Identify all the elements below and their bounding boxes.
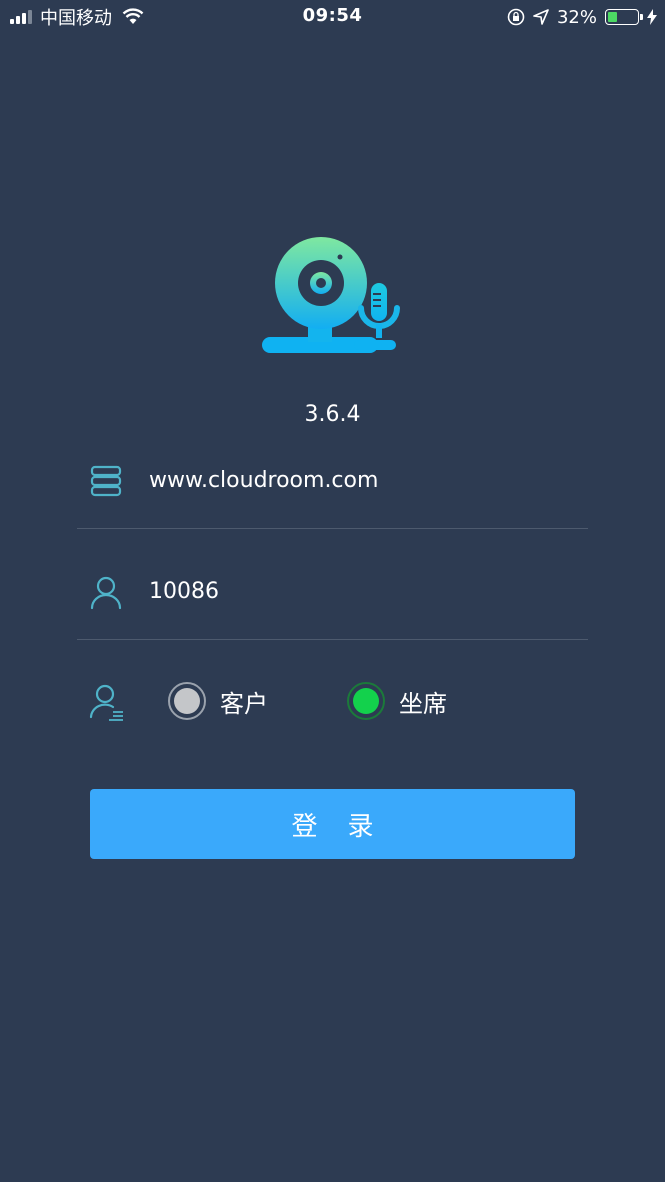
- server-icon: [90, 465, 122, 497]
- server-input[interactable]: [149, 460, 569, 500]
- server-divider: [77, 528, 588, 529]
- role-option-agent[interactable]: 坐席: [347, 682, 447, 720]
- account-divider: [77, 639, 588, 640]
- status-bar: 中国移动 09:54 32%: [0, 0, 665, 34]
- login-button[interactable]: 登录: [90, 789, 575, 859]
- user-icon: [90, 576, 122, 610]
- battery-icon: [605, 9, 643, 25]
- charging-icon: [647, 9, 657, 25]
- role-option-label: 客户: [220, 689, 268, 718]
- user-role-icon: [89, 684, 123, 721]
- server-row: [77, 440, 588, 520]
- location-icon: [533, 9, 549, 25]
- account-input[interactable]: [149, 571, 569, 611]
- webcam-microphone-logo: [262, 237, 400, 353]
- orientation-lock-icon: [507, 8, 525, 26]
- app-version: 3.6.4: [304, 402, 361, 427]
- radio-selected-icon[interactable]: [347, 682, 385, 720]
- role-option-label: 坐席: [399, 689, 447, 718]
- battery-percent: 32%: [556, 6, 597, 28]
- battery-level: [608, 12, 618, 22]
- login-screen: 中国移动 09:54 32% 3.6.4 www.cloudroom.com 1…: [0, 0, 665, 1182]
- role-row: 客户 坐席: [77, 672, 588, 732]
- radio-unselected-icon[interactable]: [168, 682, 206, 720]
- role-option-customer[interactable]: 客户: [168, 682, 268, 720]
- status-bar-right: 32%: [499, 5, 657, 29]
- account-row: [77, 551, 588, 631]
